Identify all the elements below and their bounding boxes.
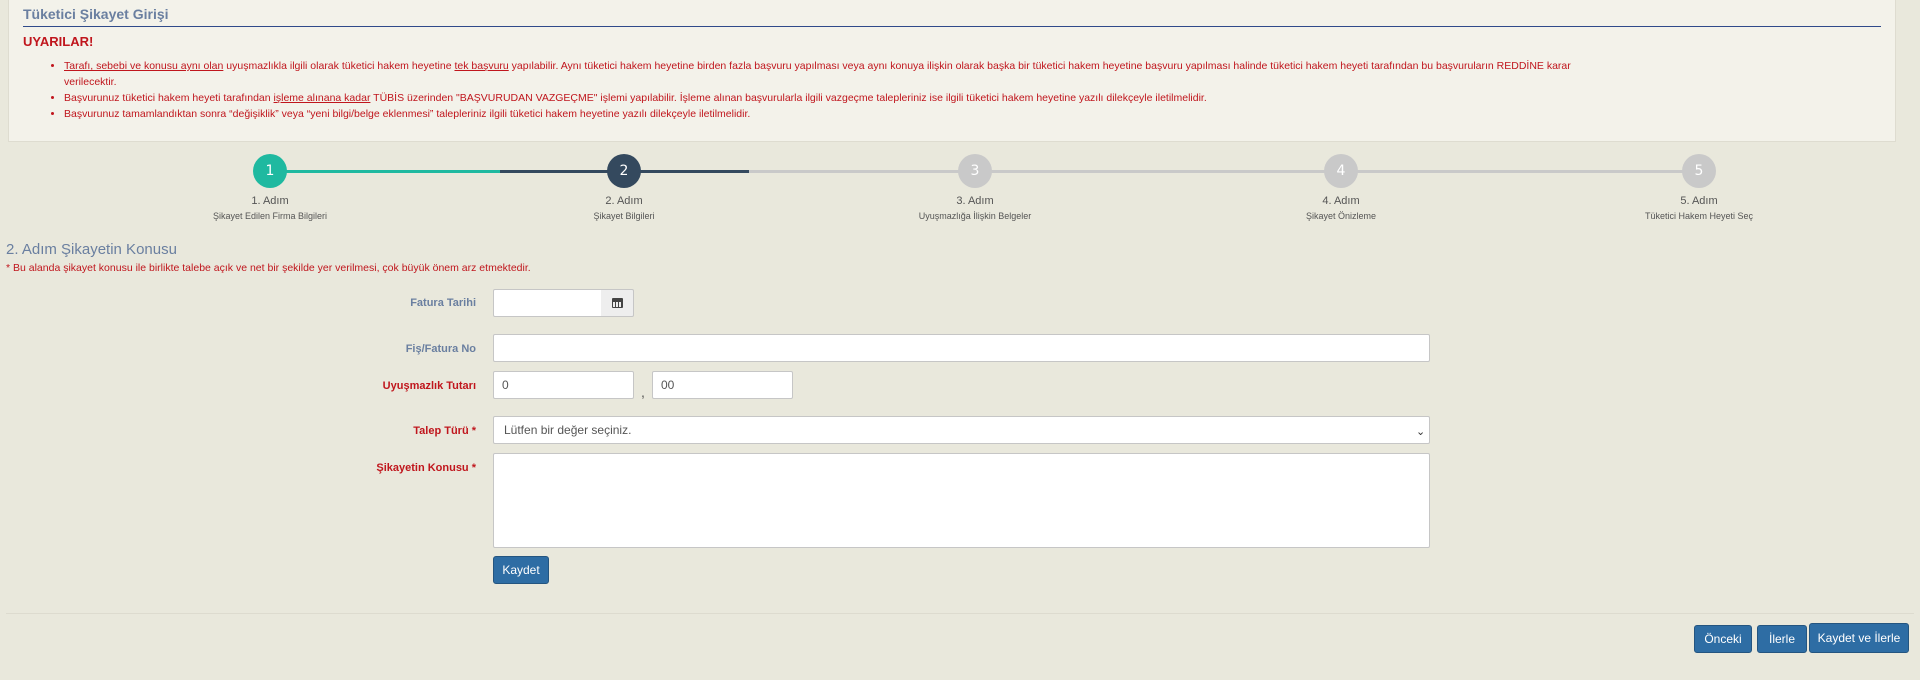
warning-emphasis: işleme alınana kadar [273, 92, 371, 104]
wizard-stepper: 1 1. Adım Şikayet Edilen Firma Bilgileri… [0, 150, 1920, 230]
step-subtitle: Uyuşmazlığa İlişkin Belgeler [918, 211, 1032, 221]
warnings-list: Tarafı, sebebi ve konusu aynı olan uyuşm… [23, 58, 1624, 122]
next-button[interactable]: İlerle [1757, 625, 1807, 653]
calendar-icon [612, 298, 623, 308]
warning-emphasis: tek başvuru [454, 60, 509, 72]
warning-text: TÜBİS üzerinden "BAŞVURUDAN VAZGEÇME" iş… [370, 92, 1207, 104]
section-title: 2. Adım Şikayetin Konusu [6, 241, 177, 258]
step-number: 3 [958, 154, 992, 188]
calendar-button[interactable] [601, 289, 634, 317]
amount-label: Uyuşmazlık Tutarı [382, 380, 476, 392]
step-title: 1. Adım [251, 195, 289, 207]
warnings-heading: UYARILAR! [23, 34, 94, 49]
warning-text: Başvurunuz tüketici hakem heyeti tarafın… [64, 92, 274, 104]
title-divider [23, 26, 1881, 27]
step-4[interactable]: 4 4. Adım Şikayet Önizleme [1251, 154, 1431, 221]
section-note: * Bu alanda şikayet konusu ile birlikte … [6, 262, 531, 274]
page-title: Tüketici Şikayet Girişi [23, 6, 169, 22]
footer-divider [6, 613, 1914, 614]
step-3[interactable]: 3 3. Adım Uyuşmazlığa İlişkin Belgeler [885, 154, 1065, 221]
chevron-down-icon: ⌄ [1416, 426, 1426, 438]
warning-item: Tarafı, sebebi ve konusu aynı olan uyuşm… [64, 58, 1624, 90]
request-type-label: Talep Türü * [413, 425, 476, 437]
warning-text: uyuşmazlıkla ilgili olarak tüketici hake… [223, 60, 455, 72]
warning-item: Başvurunuz tüketici hakem heyeti tarafın… [64, 90, 1624, 106]
step-number: 2 [607, 154, 641, 188]
warnings-panel: Tüketici Şikayet Girişi UYARILAR! Tarafı… [8, 0, 1896, 142]
complaint-textarea[interactable] [493, 453, 1430, 548]
invoice-date-input[interactable] [493, 289, 602, 317]
request-type-select[interactable]: Lütfen bir değer seçiniz. [493, 416, 1430, 444]
step-number: 5 [1682, 154, 1716, 188]
step-title: 3. Adım [956, 195, 994, 207]
warning-item: Başvurunuz tamamlandıktan sonra “değişik… [64, 106, 1624, 122]
invoice-date-label: Fatura Tarihi [410, 297, 476, 309]
warning-emphasis: Tarafı, sebebi ve konusu aynı olan [64, 60, 224, 72]
warning-text: Başvurunuz tamamlandıktan sonra “değişik… [64, 108, 751, 120]
step-subtitle: Tüketici Hakem Heyeti Seç [1644, 211, 1754, 221]
amount-whole-input[interactable] [493, 371, 634, 399]
step-2[interactable]: 2 2. Adım Şikayet Bilgileri [534, 154, 714, 221]
previous-button[interactable]: Önceki [1694, 625, 1752, 653]
step-subtitle: Şikayet Edilen Firma Bilgileri [212, 211, 328, 221]
amount-separator: , [641, 384, 645, 400]
step-title: 5. Adım [1680, 195, 1718, 207]
invoice-no-label: Fiş/Fatura No [405, 343, 476, 355]
step-subtitle: Şikayet Önizleme [1305, 211, 1377, 221]
step-title: 2. Adım [605, 195, 643, 207]
save-and-next-button[interactable]: Kaydet ve İlerle [1809, 623, 1909, 653]
step-1[interactable]: 1 1. Adım Şikayet Edilen Firma Bilgileri [180, 154, 360, 221]
save-button[interactable]: Kaydet [493, 556, 549, 584]
invoice-no-input[interactable] [493, 334, 1430, 362]
step-title: 4. Adım [1322, 195, 1360, 207]
complaint-label: Şikayetin Konusu * [376, 462, 476, 474]
amount-decimal-input[interactable] [652, 371, 793, 399]
step-number: 4 [1324, 154, 1358, 188]
step-5[interactable]: 5 5. Adım Tüketici Hakem Heyeti Seç [1609, 154, 1789, 221]
step-number: 1 [253, 154, 287, 188]
step-subtitle: Şikayet Bilgileri [593, 211, 655, 221]
